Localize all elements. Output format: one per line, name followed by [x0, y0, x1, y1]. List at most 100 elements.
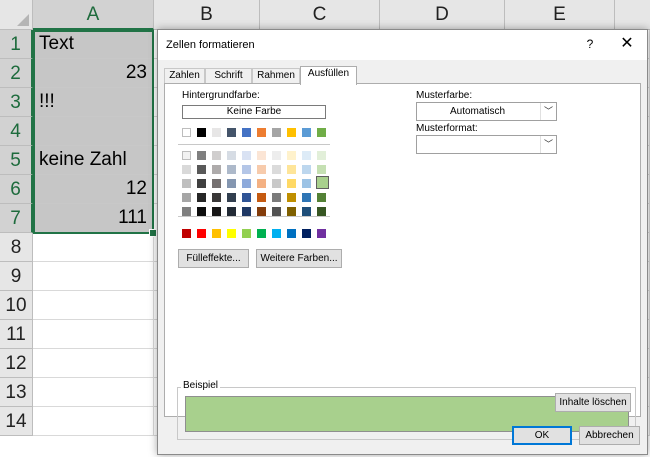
column-header-e[interactable]: E	[505, 0, 615, 30]
color-swatch[interactable]	[197, 193, 206, 202]
color-swatch[interactable]	[302, 165, 311, 174]
tab-zahlen[interactable]: Zahlen	[164, 68, 205, 84]
cell-a10[interactable]	[33, 291, 154, 320]
no-color-button[interactable]: Keine Farbe	[182, 105, 326, 119]
color-swatch[interactable]	[242, 179, 251, 188]
row-header[interactable]: 5	[0, 146, 33, 175]
color-swatch[interactable]	[272, 229, 281, 238]
color-swatch[interactable]	[242, 207, 251, 216]
cell-a12[interactable]	[33, 349, 154, 378]
dialog-titlebar[interactable]: Zellen formatieren ? ✕	[158, 30, 647, 60]
color-swatch[interactable]	[197, 128, 206, 137]
color-swatch[interactable]	[287, 128, 296, 137]
tab-schrift[interactable]: Schrift	[205, 68, 252, 84]
color-swatch[interactable]	[257, 207, 266, 216]
color-swatch[interactable]	[242, 229, 251, 238]
cell-a11[interactable]	[33, 320, 154, 349]
row-header[interactable]: 3	[0, 88, 33, 117]
color-swatch[interactable]	[317, 229, 326, 238]
color-swatch[interactable]	[302, 151, 311, 160]
color-swatch[interactable]	[272, 179, 281, 188]
color-swatch[interactable]	[182, 193, 191, 202]
color-swatch[interactable]	[212, 128, 221, 137]
column-header-next[interactable]	[615, 0, 650, 30]
help-button[interactable]: ?	[583, 35, 597, 53]
cell-a4[interactable]	[33, 117, 153, 146]
color-swatch[interactable]	[212, 151, 221, 160]
row-header[interactable]: 12	[0, 349, 33, 378]
select-all-corner[interactable]	[0, 0, 33, 30]
color-swatch[interactable]	[317, 151, 326, 160]
color-swatch[interactable]	[272, 128, 281, 137]
color-swatch[interactable]	[212, 207, 221, 216]
color-swatch[interactable]	[182, 207, 191, 216]
color-swatch[interactable]	[302, 179, 311, 188]
row-header[interactable]: 14	[0, 407, 33, 436]
clear-contents-button[interactable]: Inhalte löschen	[555, 393, 631, 412]
row-header[interactable]: 9	[0, 262, 33, 291]
cell-a1[interactable]: Text	[33, 30, 153, 59]
ok-button[interactable]: OK	[512, 426, 572, 445]
color-swatch[interactable]	[182, 179, 191, 188]
cell-a2[interactable]: 23	[33, 59, 153, 88]
row-header[interactable]: 1	[0, 30, 33, 59]
color-swatch[interactable]	[272, 165, 281, 174]
pattern-style-dropdown[interactable]: ﹀	[416, 135, 557, 154]
color-swatch[interactable]	[302, 193, 311, 202]
color-swatch[interactable]	[317, 193, 326, 202]
more-colors-button[interactable]: Weitere Farben...	[256, 249, 342, 268]
color-swatch[interactable]	[212, 229, 221, 238]
cell-a9[interactable]	[33, 262, 154, 291]
color-swatch[interactable]	[182, 229, 191, 238]
color-swatch[interactable]	[317, 165, 326, 174]
color-swatch[interactable]	[287, 229, 296, 238]
color-swatch[interactable]	[227, 165, 236, 174]
column-header-c[interactable]: C	[260, 0, 380, 30]
color-swatch[interactable]	[302, 229, 311, 238]
color-swatch[interactable]	[272, 207, 281, 216]
cell-a6[interactable]: 12	[33, 175, 153, 204]
color-swatch[interactable]	[227, 207, 236, 216]
row-header[interactable]: 6	[0, 175, 33, 204]
color-swatch[interactable]	[227, 229, 236, 238]
color-swatch[interactable]	[182, 151, 191, 160]
color-swatch[interactable]	[227, 193, 236, 202]
color-swatch[interactable]	[212, 165, 221, 174]
row-header[interactable]: 7	[0, 204, 33, 233]
row-header[interactable]: 10	[0, 291, 33, 320]
row-header[interactable]: 11	[0, 320, 33, 349]
cell-a5[interactable]: keine Zahl	[33, 146, 153, 175]
color-swatch[interactable]	[257, 128, 266, 137]
color-swatch[interactable]	[272, 151, 281, 160]
color-swatch[interactable]	[302, 207, 311, 216]
cell-a7[interactable]: 111	[33, 204, 153, 233]
color-swatch[interactable]	[257, 229, 266, 238]
color-swatch[interactable]	[242, 151, 251, 160]
color-swatch[interactable]	[302, 128, 311, 137]
color-swatch[interactable]	[227, 128, 236, 137]
color-swatch[interactable]	[197, 229, 206, 238]
color-swatch[interactable]	[227, 151, 236, 160]
color-swatch[interactable]	[227, 179, 236, 188]
close-icon[interactable]: ✕	[616, 33, 638, 55]
color-swatch[interactable]	[317, 128, 326, 137]
tab-rahmen[interactable]: Rahmen	[252, 68, 300, 84]
color-swatch[interactable]	[257, 179, 266, 188]
color-swatch[interactable]	[197, 207, 206, 216]
color-swatch[interactable]	[197, 151, 206, 160]
color-swatch[interactable]	[242, 165, 251, 174]
color-swatch[interactable]	[212, 193, 221, 202]
color-swatch[interactable]	[287, 193, 296, 202]
fill-handle[interactable]	[149, 229, 157, 237]
row-header[interactable]: 4	[0, 117, 33, 146]
row-header[interactable]: 8	[0, 233, 33, 262]
color-swatch[interactable]	[197, 165, 206, 174]
color-swatch[interactable]	[182, 165, 191, 174]
color-swatch[interactable]	[257, 151, 266, 160]
cell-a14[interactable]	[33, 407, 154, 436]
pattern-color-dropdown[interactable]: Automatisch ﹀	[416, 102, 557, 121]
row-header[interactable]: 13	[0, 378, 33, 407]
cancel-button[interactable]: Abbrechen	[579, 426, 640, 445]
fill-effects-button[interactable]: Fülleffekte...	[178, 249, 249, 268]
color-swatch[interactable]	[287, 207, 296, 216]
